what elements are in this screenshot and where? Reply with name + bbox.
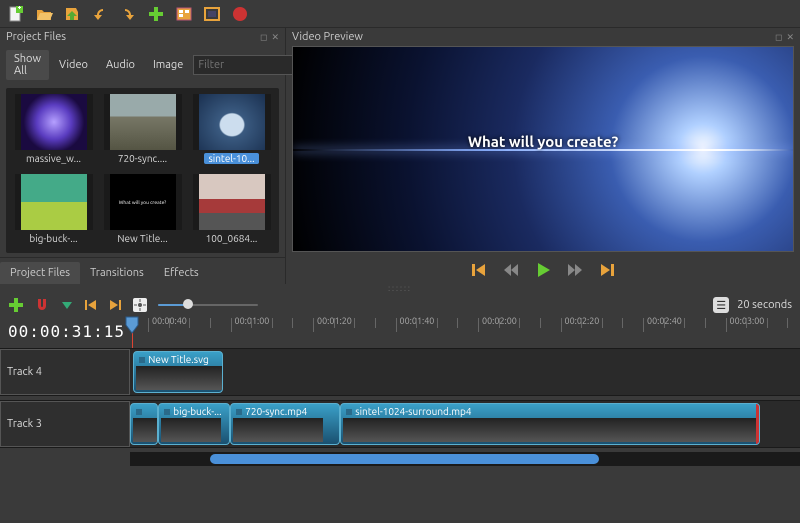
track-row: Track 4 New Title.svg	[0, 348, 800, 396]
export-button[interactable]	[230, 4, 250, 24]
profiles-button[interactable]	[174, 4, 194, 24]
project-item-label: sintel-10...	[204, 153, 258, 164]
duration-icon[interactable]: ☰	[713, 297, 729, 313]
fullscreen-button[interactable]	[202, 4, 222, 24]
snap-button[interactable]	[34, 297, 50, 313]
play-button[interactable]	[533, 260, 553, 280]
playhead[interactable]	[132, 318, 133, 348]
clip-label: New Title.svg	[138, 354, 209, 365]
filter-video-button[interactable]: Video	[51, 56, 96, 74]
prev-marker-button[interactable]	[84, 298, 98, 312]
project-item-label: 720-sync....	[118, 153, 167, 164]
track-header[interactable]: Track 3	[0, 401, 130, 447]
import-button[interactable]	[146, 4, 166, 24]
undo-button[interactable]	[90, 4, 110, 24]
playback-controls	[286, 254, 800, 284]
project-item[interactable]: big-buck-...	[12, 174, 95, 248]
preview-header: Video Preview ◻ ✕	[286, 28, 800, 46]
timeline-tracks: Track 4 New Title.svgTrack 3 m big-buck-…	[0, 348, 800, 448]
track-body[interactable]: m big-buck-... 720-sync.mp4 sintel-1024-…	[130, 401, 800, 447]
filter-audio-button[interactable]: Audio	[98, 56, 143, 74]
timeline-toolbar: ☰ 20 seconds	[0, 292, 800, 318]
timeline-clip[interactable]: sintel-1024-surround.mp4	[340, 403, 760, 445]
rewind-button[interactable]	[501, 260, 521, 280]
project-item[interactable]: 100_0684...	[190, 174, 273, 248]
tab-transitions[interactable]: Transitions	[80, 262, 154, 284]
project-item[interactable]: 720-sync....	[101, 94, 184, 168]
redo-button[interactable]	[118, 4, 138, 24]
timeline-clip[interactable]: m	[130, 403, 158, 445]
track-header[interactable]: Track 4	[0, 349, 130, 395]
save-file-button[interactable]	[62, 4, 82, 24]
project-files-panel: Project Files ◻ ✕ Show All Video Audio Im…	[0, 28, 286, 284]
fastforward-button[interactable]	[565, 260, 585, 280]
timeline-clip[interactable]: big-buck-...	[158, 403, 230, 445]
project-item[interactable]: massive_w...	[12, 94, 95, 168]
close-icon[interactable]: ✕	[271, 32, 279, 43]
detach-icon[interactable]: ◻	[775, 32, 782, 43]
filter-showall-button[interactable]: Show All	[6, 50, 49, 80]
next-marker-button[interactable]	[108, 298, 122, 312]
project-item[interactable]: What will you create?New Title...	[101, 174, 184, 248]
timeline-clip[interactable]: New Title.svg	[133, 351, 223, 393]
project-files-title: Project Files	[6, 31, 66, 43]
project-item-label: New Title...	[117, 233, 167, 244]
project-item-label: big-buck-...	[29, 233, 77, 244]
filter-image-button[interactable]: Image	[145, 56, 191, 74]
track-row: Track 3 m big-buck-... 720-sync.mp4 sint…	[0, 400, 800, 448]
duration-label: 20 seconds	[737, 299, 792, 311]
new-file-button[interactable]	[6, 4, 26, 24]
add-track-button[interactable]	[8, 297, 24, 313]
timecode-display[interactable]: 00:00:31:15	[0, 318, 130, 348]
close-icon[interactable]: ✕	[786, 32, 794, 43]
project-tabs: Project Files Transitions Effects	[0, 257, 285, 284]
jump-end-button[interactable]	[597, 260, 617, 280]
preview-title: Video Preview	[292, 31, 363, 43]
clip-label: sintel-1024-surround.mp4	[345, 406, 471, 417]
jump-start-button[interactable]	[469, 260, 489, 280]
timeline-ruler[interactable]: 00:00:4000:01:0000:01:2000:01:4000:02:00…	[130, 318, 800, 348]
tab-effects[interactable]: Effects	[154, 262, 209, 284]
panel-divider[interactable]: ::::::	[0, 284, 800, 292]
detach-icon[interactable]: ◻	[260, 32, 267, 43]
video-preview-panel: Video Preview ◻ ✕ What will you create?	[286, 28, 800, 284]
open-file-button[interactable]	[34, 4, 54, 24]
razor-button[interactable]	[60, 298, 74, 312]
main-toolbar	[0, 0, 800, 28]
tab-project-files[interactable]: Project Files	[0, 262, 80, 284]
center-playhead-button[interactable]	[132, 297, 148, 313]
preview-overlay-text: What will you create?	[468, 133, 618, 150]
timeline-clip[interactable]: 720-sync.mp4	[230, 403, 340, 445]
project-thumbnails: massive_w... 720-sync.... sintel-10... big-…	[6, 88, 279, 253]
project-item[interactable]: sintel-10...	[190, 94, 273, 168]
timeline-scrollbar[interactable]	[130, 452, 800, 466]
preview-viewport[interactable]: What will you create?	[292, 46, 794, 252]
zoom-slider[interactable]	[158, 302, 258, 308]
filter-row: Show All Video Audio Image	[0, 46, 285, 84]
clip-label: 720-sync.mp4	[235, 406, 307, 417]
track-body[interactable]: New Title.svg	[130, 349, 800, 395]
clip-label: big-buck-...	[163, 406, 222, 417]
project-item-label: 100_0684...	[206, 233, 258, 244]
timecode-row: 00:00:31:15 00:00:4000:01:0000:01:2000:0…	[0, 318, 800, 348]
project-item-label: massive_w...	[26, 153, 81, 164]
project-files-header: Project Files ◻ ✕	[0, 28, 285, 46]
